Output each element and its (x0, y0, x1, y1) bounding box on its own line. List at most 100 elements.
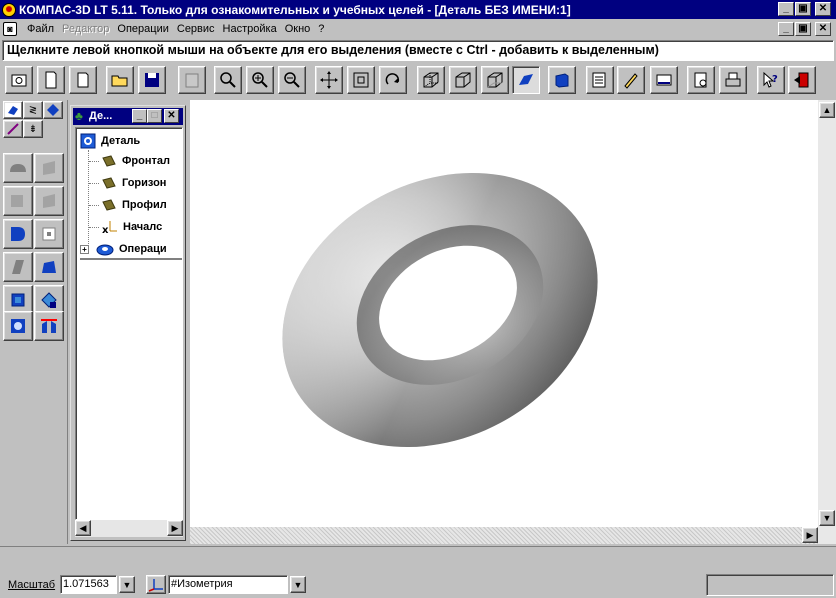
document-icon[interactable]: ◙ (3, 22, 17, 36)
tree-root[interactable]: Деталь (80, 133, 140, 149)
show-all-button[interactable] (347, 66, 375, 94)
camera-button[interactable] (5, 66, 33, 94)
loft-dim-button[interactable] (34, 219, 64, 249)
tree-window-icon: ♣ (75, 109, 83, 123)
doc-close-button[interactable]: ✕ (815, 22, 831, 36)
tree-hscrollbar[interactable]: ◀ ▶ (75, 520, 183, 537)
rotate-button[interactable] (379, 66, 407, 94)
menu-operations[interactable]: Операции (117, 23, 168, 35)
new-sheet-button[interactable] (37, 66, 65, 94)
menu-editor[interactable]: Редактор (62, 23, 109, 35)
thin-hidden-button[interactable] (481, 66, 509, 94)
perspective-button[interactable] (548, 66, 576, 94)
tree-close-button[interactable]: ✕ (164, 109, 179, 123)
orientation-dropdown-button[interactable]: ▼ (290, 576, 306, 593)
hole-button[interactable] (34, 252, 64, 282)
viewport-hscrollbar[interactable]: ▶ (190, 527, 818, 544)
tree-divider (80, 258, 182, 260)
menu-service[interactable]: Сервис (177, 23, 215, 35)
menu-help[interactable]: ? (318, 23, 324, 35)
window-title: КОМПАС-3D LT 5.11. Только для ознакомите… (19, 2, 571, 17)
model-tree[interactable]: Деталь Фронтал Горизон Профил x Началс +… (75, 127, 183, 520)
plane-icon (102, 155, 116, 167)
zoom-window-button[interactable] (214, 66, 242, 94)
print-preview-button[interactable] (687, 66, 715, 94)
orientation-select[interactable]: #Изометрия (168, 575, 288, 594)
pan-icon (320, 71, 338, 89)
display-button[interactable] (650, 66, 678, 94)
kinematic-button[interactable] (3, 252, 33, 282)
tree-node-origin[interactable]: x Началс (89, 220, 184, 234)
scale-input[interactable]: 1.071563 (60, 575, 117, 594)
menu-settings[interactable]: Настройка (223, 23, 277, 35)
perspective-icon (555, 73, 569, 88)
print-preview-icon (694, 72, 707, 88)
scale-dropdown-button[interactable]: ▼ (119, 576, 135, 593)
menu-window[interactable]: Окно (285, 23, 311, 35)
wireframe-icon (423, 72, 439, 88)
tree-node-front-plane[interactable]: Фронтал (89, 154, 184, 168)
scale-label: Масштаб (8, 579, 56, 591)
mirror-button[interactable] (34, 311, 64, 341)
doc-minimize-button[interactable]: _ (778, 22, 794, 36)
doc-restore-button[interactable]: ▣ (795, 22, 811, 36)
zoom-in-button[interactable] (246, 66, 274, 94)
array-icon (11, 319, 25, 333)
close-button[interactable]: ✕ (815, 2, 831, 16)
title-bar[interactable]: ✺ КОМПАС-3D LT 5.11. Только для ознакоми… (0, 0, 836, 19)
open-folder-button[interactable] (106, 66, 134, 94)
hidden-lines-button[interactable] (449, 66, 477, 94)
array-button[interactable] (3, 311, 33, 341)
print-button[interactable] (719, 66, 747, 94)
part-mode-tab[interactable] (3, 101, 23, 119)
sketch-mode-tab[interactable]: ≷ (23, 101, 43, 119)
wireframe-button[interactable] (417, 66, 445, 94)
torus-model[interactable] (190, 100, 818, 527)
tree-node-revolve[interactable]: + Операци (80, 242, 184, 256)
rotate-body-button[interactable] (3, 186, 33, 216)
hole-icon (42, 261, 56, 273)
model-viewport[interactable] (190, 100, 818, 527)
paste-button[interactable] (178, 66, 206, 94)
properties-button[interactable] (586, 66, 614, 94)
library-button[interactable] (617, 66, 645, 94)
plane-icon (102, 177, 116, 189)
help-icon: ? (763, 71, 778, 88)
line-tab[interactable] (3, 120, 23, 138)
new-doc-button[interactable] (69, 66, 97, 94)
tree-node-side-plane[interactable]: Профил (89, 198, 184, 212)
orientation-button[interactable] (146, 575, 166, 594)
menu-file[interactable]: Файл (27, 23, 54, 35)
rotate-dim-button[interactable] (34, 186, 64, 216)
origin-axes-icon: x (102, 221, 117, 234)
scroll-right-button[interactable]: ▶ (167, 520, 183, 536)
extrude-dim-button[interactable] (34, 153, 64, 183)
shaded-button[interactable] (512, 66, 540, 94)
exit-button[interactable] (788, 66, 816, 94)
scroll-right-button[interactable]: ▶ (802, 527, 818, 543)
viewport-vscrollbar[interactable]: ▲ ▼ (818, 100, 836, 544)
extrude-button[interactable] (3, 153, 33, 183)
app-icon[interactable]: ✺ (2, 2, 16, 17)
scroll-up-button[interactable]: ▲ (819, 102, 835, 118)
zoom-in-icon (252, 72, 268, 88)
minimize-button[interactable]: _ (778, 2, 794, 16)
zoom-out-button[interactable] (278, 66, 306, 94)
pan-button[interactable] (315, 66, 343, 94)
save-button[interactable] (138, 66, 166, 94)
model-tree-caption[interactable]: ♣ Де... _ □ ✕ (73, 108, 183, 125)
scroll-down-button[interactable]: ▼ (819, 510, 835, 526)
edit-mode-tab[interactable] (43, 101, 63, 119)
tree-minimize-button[interactable]: _ (132, 109, 147, 123)
tree-node-top-plane[interactable]: Горизон (89, 176, 184, 190)
kinematic-icon (12, 260, 24, 274)
help-button[interactable]: ? (757, 66, 785, 94)
scroll-left-button[interactable]: ◀ (75, 520, 91, 536)
hidden-lines-icon (455, 72, 471, 88)
restore-button[interactable]: ▣ (795, 2, 811, 16)
new-doc-icon (77, 72, 89, 88)
loft-button[interactable] (3, 219, 33, 249)
expand-icon[interactable]: + (80, 244, 89, 254)
dimension-tab[interactable]: ⇟ (23, 120, 43, 138)
tree-maximize-button[interactable]: □ (147, 109, 162, 123)
